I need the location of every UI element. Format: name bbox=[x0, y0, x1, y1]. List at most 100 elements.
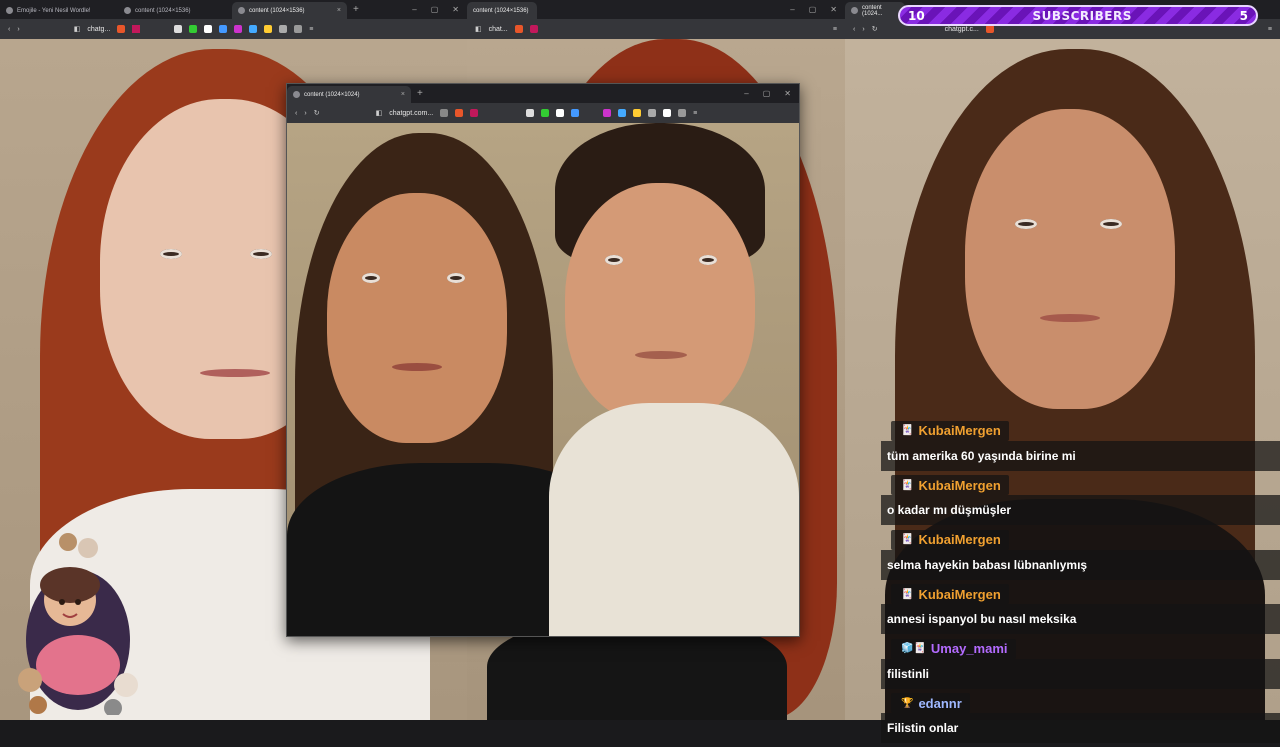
extension-icon[interactable] bbox=[174, 25, 183, 33]
maximize-icon[interactable]: ▢ bbox=[809, 5, 817, 14]
girl-face bbox=[327, 193, 507, 443]
boy-white-shirt bbox=[549, 403, 799, 636]
menu-icon[interactable]: ≡ bbox=[833, 26, 837, 33]
tab-content[interactable]: content (1024×1024) × bbox=[287, 86, 411, 103]
extension-icon[interactable] bbox=[294, 25, 303, 33]
minimize-icon[interactable]: – bbox=[790, 5, 794, 14]
forward-icon[interactable]: › bbox=[17, 26, 19, 33]
chat-text: filistinli bbox=[881, 658, 1280, 689]
extension-icon[interactable] bbox=[618, 109, 627, 117]
chat-username[interactable]: KubaiMergen bbox=[918, 587, 1000, 602]
brave-icon[interactable] bbox=[514, 25, 523, 33]
extension-icon[interactable] bbox=[234, 25, 243, 33]
extension-icon[interactable] bbox=[189, 25, 198, 33]
chat-text: selma hayekin babası lübnanlıymış bbox=[881, 549, 1280, 580]
eye bbox=[250, 249, 272, 259]
close-icon[interactable]: ✕ bbox=[784, 89, 791, 98]
minimize-icon[interactable]: – bbox=[412, 5, 416, 14]
eye bbox=[362, 273, 380, 283]
subscriber-current: 10 bbox=[908, 8, 925, 23]
chat-message: 🃏 KubaiMergen selma hayekin babası lübnanl… bbox=[881, 529, 1280, 580]
user-badge-icon: 🃏 bbox=[901, 479, 914, 491]
chat-username[interactable]: Umay_mami bbox=[931, 641, 1008, 656]
url-field[interactable]: chatgpt.com... bbox=[389, 110, 433, 117]
extension-icon[interactable] bbox=[678, 109, 687, 117]
window-controls: – ▢ ✕ bbox=[790, 5, 845, 14]
forward-icon[interactable]: › bbox=[304, 110, 306, 117]
middle-tab-bar: content (1024×1536) – ▢ ✕ bbox=[467, 0, 845, 19]
close-tab-icon[interactable]: × bbox=[337, 7, 341, 14]
left-address-bar: ‹ › ◧ chatg... ≡ bbox=[0, 19, 467, 39]
user-badge-icon: 🃏 bbox=[901, 425, 914, 436]
extension-icon[interactable] bbox=[663, 109, 672, 117]
close-icon[interactable]: ✕ bbox=[830, 5, 837, 14]
share-icon[interactable] bbox=[440, 109, 449, 117]
chat-text: annesi ispanyol bu nasıl meksika bbox=[881, 604, 1280, 634]
extension-icon[interactable] bbox=[249, 25, 258, 33]
mouth bbox=[392, 363, 442, 371]
mouth bbox=[635, 351, 687, 359]
popup-tab-bar: content (1024×1024) × + – ▢ ✕ bbox=[287, 84, 799, 103]
extension-icon[interactable] bbox=[648, 109, 657, 117]
bookmark-icon[interactable]: ◧ bbox=[475, 25, 482, 33]
maximize-icon[interactable]: ▢ bbox=[431, 5, 439, 14]
extension-icon[interactable] bbox=[571, 109, 580, 117]
extension-icon[interactable] bbox=[204, 25, 213, 33]
left-tab-bar: Emojile - Yeni Nesil Wordle! content (10… bbox=[0, 0, 467, 19]
chat-author: 🧊🃏 Umay_mami bbox=[891, 638, 1016, 659]
back-icon[interactable]: ‹ bbox=[8, 26, 10, 33]
popup-browser-window: content (1024×1024) × + – ▢ ✕ ‹ › ↻ ◧ chatg… bbox=[286, 83, 800, 637]
window-controls: – ▢ ✕ bbox=[744, 89, 799, 98]
tab-content-1[interactable]: content (1024×1536) bbox=[118, 2, 232, 19]
close-tab-icon[interactable]: × bbox=[401, 91, 405, 98]
new-tab-button[interactable]: + bbox=[347, 4, 365, 15]
menu-icon[interactable]: ≡ bbox=[693, 110, 697, 117]
user-badge-icon: 🃏 bbox=[901, 588, 914, 600]
reload-icon[interactable]: ↻ bbox=[314, 109, 320, 117]
back-icon[interactable]: ‹ bbox=[295, 110, 297, 117]
close-icon[interactable]: ✕ bbox=[452, 5, 459, 14]
menu-icon[interactable]: ≡ bbox=[1268, 26, 1272, 33]
reload-icon[interactable]: ↻ bbox=[872, 25, 878, 33]
tab-content[interactable]: content (1024×1536) bbox=[467, 2, 537, 19]
new-tab-button[interactable]: + bbox=[411, 88, 429, 99]
user-badge-icon: 🧊🃏 bbox=[901, 643, 926, 654]
extension-icon[interactable] bbox=[264, 25, 273, 33]
maximize-icon[interactable]: ▢ bbox=[763, 89, 771, 98]
chat-text: Filistin onlar bbox=[881, 713, 1280, 743]
minimize-icon[interactable]: – bbox=[744, 89, 748, 98]
favicon-icon bbox=[124, 7, 131, 14]
extension-icon[interactable] bbox=[526, 109, 535, 117]
rewards-icon[interactable] bbox=[470, 109, 479, 117]
bookmark-icon[interactable]: ◧ bbox=[376, 109, 383, 117]
brave-icon[interactable] bbox=[117, 25, 126, 33]
forward-icon[interactable]: › bbox=[862, 26, 864, 33]
extension-icon[interactable] bbox=[279, 25, 288, 33]
eye bbox=[1015, 219, 1037, 229]
rewards-icon[interactable] bbox=[132, 25, 141, 33]
brave-icon[interactable] bbox=[985, 25, 994, 33]
chat-username[interactable]: KubaiMergen bbox=[918, 478, 1000, 493]
url-field[interactable]: chat... bbox=[489, 26, 508, 33]
chat-username[interactable]: KubaiMergen bbox=[918, 532, 1000, 547]
chat-username[interactable]: KubaiMergen bbox=[918, 423, 1000, 438]
tab-content-2[interactable]: content (1024×1536) × bbox=[232, 2, 347, 19]
menu-icon[interactable]: ≡ bbox=[309, 26, 313, 33]
chat-username[interactable]: edannr bbox=[918, 696, 961, 711]
bookmark-icon[interactable]: ◧ bbox=[74, 25, 81, 33]
extension-icon[interactable] bbox=[603, 109, 612, 117]
extension-icon[interactable] bbox=[556, 109, 565, 117]
rewards-icon[interactable] bbox=[529, 25, 538, 33]
subscriber-goal: 5 bbox=[1239, 8, 1248, 23]
url-field[interactable]: chatg... bbox=[87, 26, 110, 33]
back-icon[interactable]: ‹ bbox=[853, 26, 855, 33]
extension-icon[interactable] bbox=[633, 109, 642, 117]
extension-icon[interactable] bbox=[219, 25, 228, 33]
extension-icon[interactable] bbox=[541, 109, 550, 117]
chat-author: 🃏 KubaiMergen bbox=[891, 475, 1009, 495]
tab-content[interactable]: content (1024... bbox=[845, 2, 905, 19]
chat-author: 🃏 KubaiMergen bbox=[891, 584, 1009, 604]
url-field[interactable]: chatgpt.c... bbox=[945, 26, 979, 33]
brave-icon[interactable] bbox=[455, 109, 464, 117]
tab-emojile[interactable]: Emojile - Yeni Nesil Wordle! bbox=[0, 2, 118, 19]
